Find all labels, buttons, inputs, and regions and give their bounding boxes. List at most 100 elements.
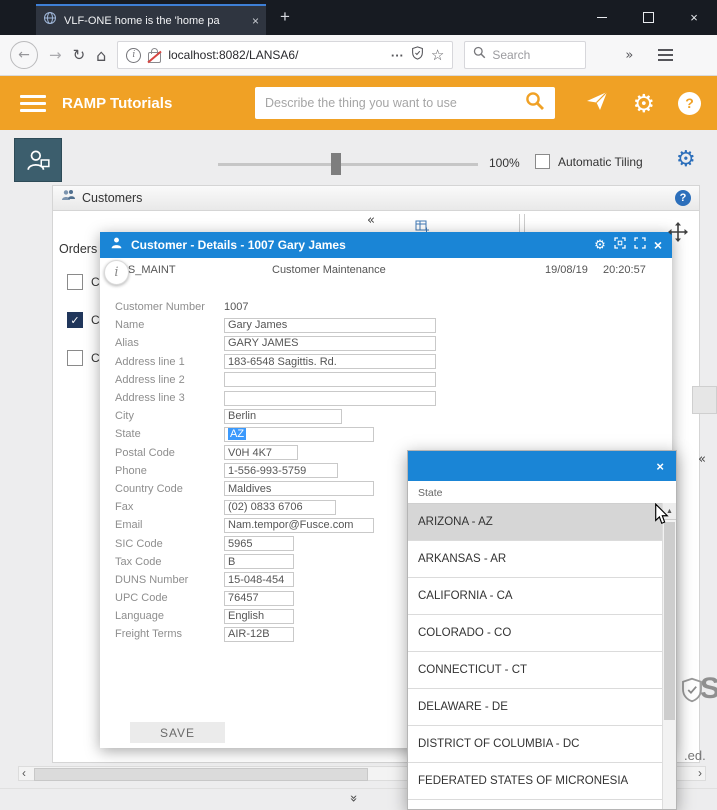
automatic-tiling-checkbox[interactable] xyxy=(535,154,550,169)
maximize-panel-icon[interactable] xyxy=(634,236,646,254)
state-option[interactable]: CALIFORNIA - CA xyxy=(408,578,662,615)
maximize-button[interactable] xyxy=(625,0,671,35)
field-input-upc-code[interactable]: 76457 xyxy=(224,591,294,606)
field-input-tax-code[interactable]: B xyxy=(224,554,294,569)
field-input-city[interactable]: Berlin xyxy=(224,409,342,424)
scrollbar-thumb[interactable] xyxy=(664,522,675,720)
site-info-icon[interactable]: i xyxy=(126,48,141,63)
state-option[interactable]: COLORADO - CO xyxy=(408,615,662,652)
checkbox-label: C xyxy=(91,275,100,289)
expand-chevrons-icon[interactable]: « xyxy=(698,452,706,467)
screen-date: 19/08/19 xyxy=(545,264,588,276)
info-badge-icon[interactable]: i xyxy=(104,260,129,285)
field-input-duns-number[interactable]: 15-048-454 xyxy=(224,572,294,587)
blocked-content-icon[interactable] xyxy=(148,52,161,63)
home-button[interactable]: ⌂ xyxy=(96,46,106,65)
field-value: 1007 xyxy=(224,301,248,313)
state-option[interactable]: DELAWARE - DE xyxy=(408,689,662,726)
field-input-postal-code[interactable]: V0H 4K7 xyxy=(224,445,298,460)
help-icon[interactable]: ? xyxy=(678,92,701,115)
collapse-chevrons-icon[interactable]: « xyxy=(367,213,375,228)
scrollbar-thumb[interactable] xyxy=(34,768,368,781)
field-label: Name xyxy=(115,319,224,331)
field-input-sic-code[interactable]: 5965 xyxy=(224,536,294,551)
field-input-country-code[interactable]: Maldives xyxy=(224,481,374,496)
field-input-freight-terms[interactable]: AIR-12B xyxy=(224,627,294,642)
new-tab-button[interactable]: + xyxy=(280,8,290,25)
workspace-settings-gear-icon[interactable]: ⚙ xyxy=(676,149,696,171)
checkbox[interactable]: ✓ xyxy=(67,312,83,328)
background-text-fragment: .ed. xyxy=(684,748,706,763)
modal-field-row: Postal CodeV0H 4K7 xyxy=(115,444,436,462)
checkbox[interactable] xyxy=(67,274,83,290)
close-window-button[interactable]: × xyxy=(671,0,717,35)
back-button[interactable]: ← xyxy=(10,41,38,69)
modal-field-row: Address line 1183-6548 Sagittis. Rd. xyxy=(115,353,436,371)
browser-menu-icon[interactable] xyxy=(658,49,673,61)
tab-title: VLF-ONE home is the 'home pa xyxy=(64,15,245,27)
field-input-state[interactable]: AZ xyxy=(224,427,374,442)
state-option[interactable]: FEDERATED STATES OF MICRONESIA xyxy=(408,763,662,800)
app-menu-icon[interactable] xyxy=(20,95,46,112)
save-button[interactable]: SAVE xyxy=(130,722,225,743)
modal-close-icon[interactable]: × xyxy=(654,237,662,253)
checkbox-label: C xyxy=(91,351,100,365)
state-option[interactable]: ARIZONA - AZ xyxy=(408,504,662,541)
search-placeholder: Search xyxy=(492,48,530,62)
state-option[interactable]: DISTRICT OF COLUMBIA - DC xyxy=(408,726,662,763)
field-input-fax[interactable]: (02) 0833 6706 xyxy=(224,500,336,515)
bookmark-star-icon[interactable]: ☆ xyxy=(431,46,444,64)
tile-layout-icon[interactable] xyxy=(614,236,626,254)
scroll-right-icon[interactable]: › xyxy=(698,767,702,780)
collapse-down-chevrons-icon[interactable]: « xyxy=(346,795,361,803)
splitter-handle[interactable] xyxy=(692,386,717,414)
move-panel-icon[interactable] xyxy=(668,222,688,247)
browser-search-field[interactable]: Search xyxy=(464,41,586,69)
field-label: Address line 1 xyxy=(115,356,224,368)
background-text-fragment: S xyxy=(700,672,717,706)
globe-icon xyxy=(43,11,57,30)
field-input-address-line-2[interactable] xyxy=(224,372,436,387)
orders-checkbox-list: C✓CC xyxy=(67,274,100,366)
toolbar-overflow-icon[interactable]: » xyxy=(625,48,633,63)
field-label: Alias xyxy=(115,337,224,349)
tab-close-icon[interactable]: × xyxy=(252,14,259,28)
modal-field-row: CityBerlin xyxy=(115,407,436,425)
state-option[interactable]: ARKANSAS - AR xyxy=(408,541,662,578)
dropdown-scrollbar[interactable]: ▲ xyxy=(662,503,676,809)
page-actions-icon[interactable]: ··· xyxy=(391,48,404,63)
app-search-input[interactable]: Describe the thing you want to use xyxy=(255,87,555,119)
panel-help-icon[interactable]: ? xyxy=(675,190,691,206)
modal-field-row: Freight TermsAIR-12B xyxy=(115,625,436,643)
modal-field-row: SIC Code5965 xyxy=(115,534,436,552)
send-plane-icon[interactable] xyxy=(584,89,610,118)
field-input-email[interactable]: Nam.tempor@Fusce.com xyxy=(224,518,374,533)
modal-settings-gear-icon[interactable]: ⚙ xyxy=(594,239,606,252)
user-panel-button[interactable] xyxy=(14,138,62,182)
field-input-alias[interactable]: GARY JAMES xyxy=(224,336,436,351)
state-option[interactable]: CONNECTICUT - CT xyxy=(408,652,662,689)
shield-check-icon[interactable] xyxy=(411,46,424,65)
field-label: Address line 2 xyxy=(115,374,224,386)
scroll-left-icon[interactable]: ‹ xyxy=(22,767,26,780)
modal-titlebar[interactable]: Customer - Details - 1007 Gary James ⚙ × xyxy=(100,232,672,258)
forward-button[interactable]: → xyxy=(49,46,62,64)
field-input-address-line-1[interactable]: 183-6548 Sagittis. Rd. xyxy=(224,354,436,369)
browser-tab[interactable]: VLF-ONE home is the 'home pa × xyxy=(36,4,266,35)
field-input-address-line-3[interactable] xyxy=(224,391,436,406)
checkbox[interactable] xyxy=(67,350,83,366)
modal-field-row: UPC Code76457 xyxy=(115,589,436,607)
modal-field-row: Address line 3 xyxy=(115,389,436,407)
zoom-slider-handle[interactable] xyxy=(331,153,341,175)
field-label: Country Code xyxy=(115,483,224,495)
dropdown-close-icon[interactable]: × xyxy=(656,459,664,474)
zoom-slider-track[interactable] xyxy=(218,163,478,166)
field-input-phone[interactable]: 1-556-993-5759 xyxy=(224,463,338,478)
field-input-name[interactable]: Gary James xyxy=(224,318,436,333)
minimize-button[interactable] xyxy=(579,0,625,35)
settings-gear-icon[interactable]: ⚙ xyxy=(633,91,655,116)
search-icon[interactable] xyxy=(525,91,545,116)
field-input-language[interactable]: English xyxy=(224,609,294,624)
url-bar[interactable]: i localhost:8082/LANSA6/ ··· ☆ xyxy=(117,41,453,69)
reload-button[interactable]: ↻ xyxy=(73,46,86,64)
